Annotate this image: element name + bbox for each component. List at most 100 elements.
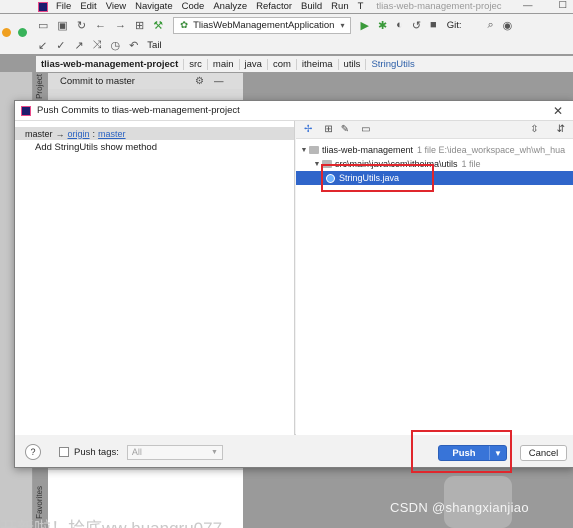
cancel-button[interactable]: Cancel <box>520 445 567 461</box>
help-button[interactable]: ? <box>25 444 41 460</box>
search-class-icon[interactable]: ⊞ <box>135 19 144 32</box>
tree-root-name: tlias-web-management <box>322 145 414 155</box>
run-config-select[interactable]: ✿ TliasWebManagementApplication ▾ <box>173 16 352 34</box>
merge-icon[interactable]: ⤨ <box>93 39 102 52</box>
expand-arrows-icon[interactable]: ✢ <box>304 124 312 135</box>
chevron-down-icon: ▾ <box>340 20 345 30</box>
highlight-box-file <box>321 164 434 192</box>
profile-icon[interactable]: ↺ <box>412 19 421 32</box>
menu-bar: File Edit View Navigate Code Analyze Ref… <box>0 0 573 13</box>
menu-run[interactable]: Run <box>331 1 348 12</box>
open-folder-icon[interactable]: ▭ <box>38 19 48 32</box>
tags-select[interactable]: All ▼ <box>126 444 223 460</box>
expand-all-icon[interactable]: ⇳ <box>530 124 538 135</box>
chevron-down-icon: ▼ <box>210 448 218 456</box>
tags-select-value: All <box>131 447 142 457</box>
highlight-box-push <box>411 430 512 473</box>
commit-item[interactable]: Add StringUtils show method <box>15 142 294 155</box>
window-title: tlias-web-management-projec <box>376 1 502 12</box>
menu-analyze[interactable]: Analyze <box>213 1 247 12</box>
preview-diff-icon[interactable]: ▭ <box>361 124 370 135</box>
gear-icon[interactable]: ⚙ <box>195 76 204 87</box>
breadcrumb-itheima[interactable]: itheima <box>297 58 339 70</box>
watermark: CSDN @shangxianjiao <box>390 500 529 515</box>
menu-build[interactable]: Build <box>301 1 322 12</box>
tree-dir-meta: 1 file <box>461 159 481 169</box>
edit-source-icon[interactable]: ✎ <box>341 124 349 135</box>
menu-tools[interactable]: T <box>358 1 364 12</box>
intellij-logo-icon <box>21 105 31 116</box>
breadcrumb-project[interactable]: tlias-web-management-project <box>36 58 185 70</box>
menu-file[interactable]: File <box>56 1 71 12</box>
orange-badge-icon <box>2 28 11 37</box>
tail-label[interactable]: Tail <box>147 40 161 51</box>
stop-icon[interactable]: ■ <box>430 19 437 31</box>
close-icon[interactable]: ✕ <box>553 104 563 118</box>
chevron-down-icon[interactable]: ▼ <box>299 147 309 154</box>
project-side-tab[interactable]: Project <box>35 74 47 99</box>
menu-navigate[interactable]: Navigate <box>135 1 173 12</box>
history-icon[interactable]: ◷ <box>110 39 120 52</box>
commit-panel-title[interactable]: Commit to master <box>60 76 135 87</box>
save-icon[interactable]: ▣ <box>57 19 67 32</box>
window-controls: — ☐ <box>523 0 567 11</box>
dialog-title-bar: Push Commits to tlias-web-management-pro… <box>15 101 573 121</box>
branch-row[interactable]: master → origin : master <box>15 127 294 140</box>
push-tags-group: Push tags: All ▼ <box>59 444 223 460</box>
search-icon[interactable]: ⌕ <box>487 19 493 32</box>
run-icon[interactable]: ▶ <box>360 19 368 32</box>
commits-pane: master → origin : master Add StringUtils… <box>15 121 295 435</box>
push-commits-dialog: Push Commits to tlias-web-management-pro… <box>14 100 573 468</box>
group-by-icon[interactable]: ⊞ <box>324 124 332 135</box>
minimize-icon[interactable]: — <box>523 0 533 11</box>
arrow-icon: → <box>55 128 65 139</box>
folder-icon <box>309 146 319 154</box>
tree-root-meta: 1 file E:\idea_workspace_wh\wh_hua <box>417 145 566 155</box>
coverage-icon[interactable]: ◐ <box>396 19 403 31</box>
menu-view[interactable]: View <box>106 1 126 12</box>
remote-branch-link[interactable]: master <box>98 129 126 139</box>
push-tags-checkbox[interactable] <box>59 447 69 457</box>
commit-check-icon[interactable]: ✓ <box>56 39 65 52</box>
menu-code[interactable]: Code <box>182 1 205 12</box>
undo-icon[interactable]: ↶ <box>129 39 138 52</box>
breadcrumb-utils[interactable]: utils <box>339 58 367 70</box>
breadcrumb-main[interactable]: main <box>208 58 240 70</box>
debug-icon[interactable]: ✱ <box>378 19 387 32</box>
tree-root-row[interactable]: ▼ tlias-web-management 1 file E:\idea_wo… <box>296 143 573 157</box>
breadcrumb-file[interactable]: StringUtils <box>366 59 419 70</box>
changes-toolbar: ✢ ⊞ ✎ ▭ ⇳ ⇵ <box>296 121 573 139</box>
commit-panel-header: Commit to master ⚙ — <box>48 73 243 89</box>
update-project-icon[interactable]: ↙ <box>38 39 47 52</box>
forward-icon[interactable]: → <box>115 19 126 31</box>
tree-actions: ⇳ ⇵ <box>522 124 565 135</box>
secondary-toolbar: ↙ ✓ ↗ ⤨ ◷ ↶ Tail <box>0 36 573 54</box>
menu-edit[interactable]: Edit <box>80 1 96 12</box>
intellij-logo-icon <box>38 1 48 12</box>
breadcrumb-src[interactable]: src <box>184 58 208 70</box>
main-toolbar: ▭ ▣ ↻ ← → ⊞ ⚒ ✿ TliasWebManagementApplic… <box>0 14 573 36</box>
remote-link[interactable]: origin <box>68 129 90 139</box>
hide-panel-icon[interactable]: — <box>214 76 224 87</box>
back-icon[interactable]: ← <box>95 19 106 31</box>
branch-separator: : <box>92 128 96 139</box>
git-label: Git: <box>446 19 462 31</box>
breadcrumb: tlias-web-management-project src main ja… <box>36 56 573 72</box>
maximize-icon[interactable]: ☐ <box>558 0 567 11</box>
spring-icon: ✿ <box>180 19 189 31</box>
build-hammer-icon[interactable]: ⚒ <box>153 19 163 32</box>
push-tags-label: Push tags: <box>74 446 119 458</box>
dialog-body: master → origin : master Add StringUtils… <box>15 121 573 435</box>
green-badge-icon <box>18 28 27 37</box>
breadcrumb-com[interactable]: com <box>268 58 297 70</box>
sync-icon[interactable]: ↻ <box>77 19 86 32</box>
plugin-icon[interactable]: ◉ <box>503 19 513 32</box>
run-config-label: TliasWebManagementApplication <box>193 19 335 31</box>
local-branch: master <box>25 128 53 139</box>
dialog-title: Push Commits to tlias-web-management-pro… <box>37 105 240 116</box>
bottom-overlay-text: 开新啦！拾底ww huangru077 <box>0 514 222 528</box>
breadcrumb-java[interactable]: java <box>240 58 268 70</box>
menu-refactor[interactable]: Refactor <box>256 1 292 12</box>
push-arrow-icon[interactable]: ↗ <box>74 39 83 52</box>
collapse-all-icon[interactable]: ⇵ <box>557 124 565 135</box>
